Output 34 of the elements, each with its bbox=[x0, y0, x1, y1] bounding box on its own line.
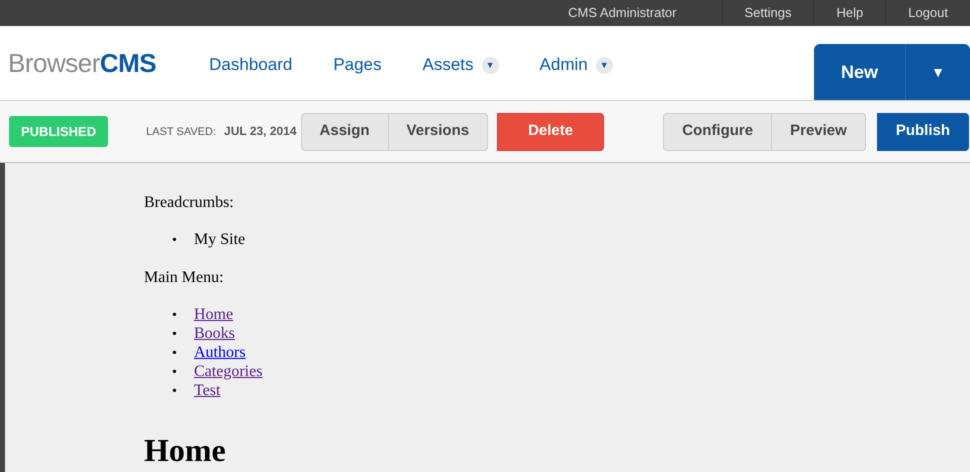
bullet: • bbox=[172, 383, 178, 401]
logo[interactable]: BrowserCMS bbox=[8, 44, 156, 82]
menu-label: Main Menu: bbox=[144, 268, 225, 288]
menu-link[interactable]: Authors bbox=[194, 344, 246, 362]
breadcrumb-item[interactable]: My Site bbox=[194, 231, 246, 249]
bullet: • bbox=[172, 232, 178, 250]
toolbar-button[interactable]: Assign bbox=[300, 112, 389, 150]
last-saved-date: JUL 23, 2014 bbox=[224, 123, 297, 140]
bullet: • bbox=[172, 326, 178, 344]
dropdown-button[interactable]: ▼ bbox=[905, 44, 970, 100]
toolbar-button[interactable]: Versions bbox=[388, 112, 488, 150]
page-heading: Home bbox=[144, 431, 227, 470]
nav-link[interactable]: Dashboard bbox=[209, 52, 292, 78]
new-button[interactable]: New bbox=[814, 44, 905, 100]
dropdown-caret-icon[interactable]: ▼ bbox=[596, 56, 613, 74]
menu-link[interactable]: Test bbox=[194, 382, 220, 400]
breadcrumbs-label: Breadcrumbs: bbox=[144, 193, 235, 213]
status-badge: PUBLISHED bbox=[9, 116, 108, 148]
nav-link[interactable]: Pages bbox=[333, 52, 382, 78]
nav-link[interactable]: Assets bbox=[422, 52, 474, 78]
bullet: • bbox=[172, 364, 178, 382]
dropdown-caret-icon[interactable]: ▼ bbox=[482, 56, 499, 74]
toolbar-button[interactable]: Delete bbox=[497, 112, 604, 150]
menu-link[interactable]: Home bbox=[194, 306, 234, 324]
bullet: • bbox=[172, 345, 178, 363]
menu-link[interactable]: Categories bbox=[194, 363, 262, 381]
bullet: • bbox=[172, 307, 178, 325]
toolbar-button[interactable]: Preview bbox=[772, 112, 866, 150]
menu-link[interactable]: Books bbox=[194, 325, 235, 343]
toolbar-button[interactable]: Publish bbox=[876, 112, 969, 150]
nav-link[interactable]: Admin bbox=[540, 52, 588, 78]
last-saved-label: LAST SAVED: bbox=[146, 125, 216, 140]
toolbar-button[interactable]: Configure bbox=[663, 112, 772, 150]
user-name[interactable]: CMS Administrator bbox=[546, 0, 722, 26]
